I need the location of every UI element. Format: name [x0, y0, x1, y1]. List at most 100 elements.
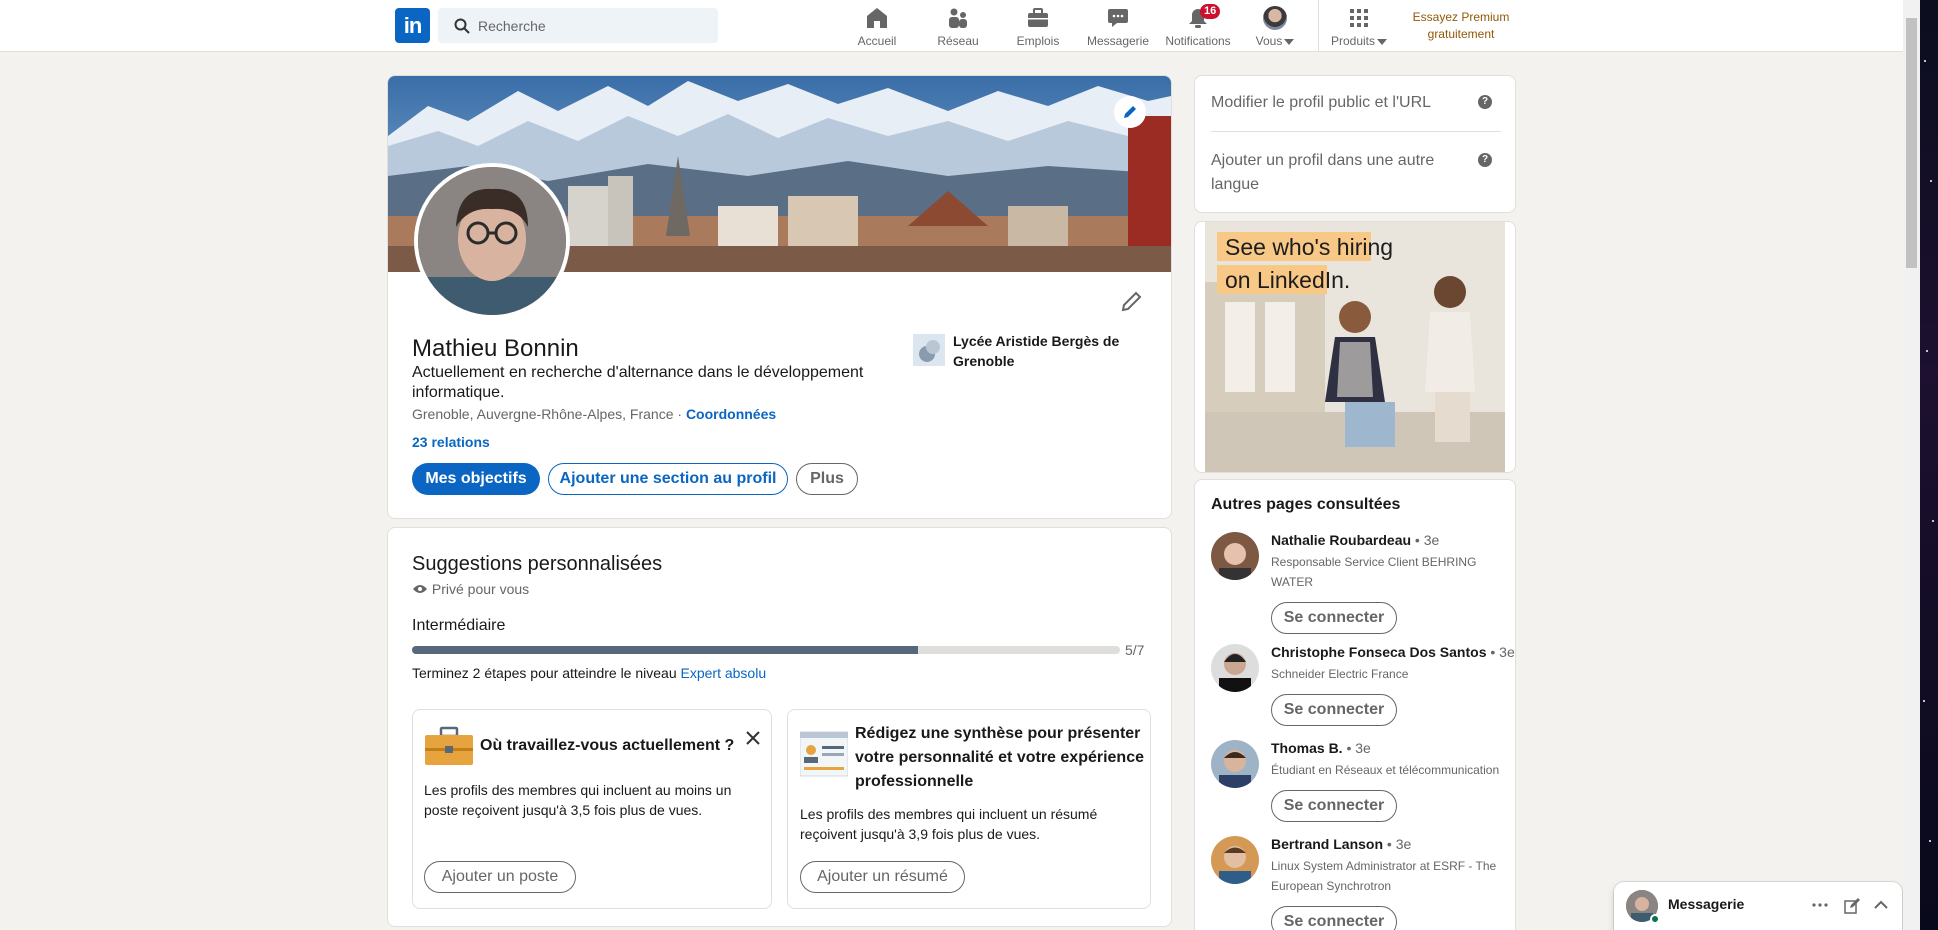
premium-link[interactable]: Essayez Premium gratuitement	[1405, 9, 1517, 43]
relations-link[interactable]: 23 relations	[412, 434, 490, 450]
close-icon[interactable]	[746, 731, 760, 745]
person-avatar[interactable]	[1211, 644, 1259, 692]
page-scrollbar[interactable]	[1903, 0, 1920, 930]
people-icon	[949, 8, 967, 28]
add-position-button[interactable]: Ajouter un poste	[424, 861, 576, 893]
progress-value: 5/7	[1125, 642, 1145, 658]
next-level-link[interactable]: Expert absolu	[681, 665, 767, 681]
person-headline: Schneider Electric France	[1271, 667, 1409, 681]
progress-bar	[412, 646, 1120, 654]
profile-name: Mathieu Bonnin	[412, 335, 579, 362]
suggestion-summary-card: Rédigez une synthèse pour présenter votr…	[787, 709, 1151, 909]
messaging-overlay[interactable]: Messagerie	[1614, 882, 1902, 930]
suggestion-summary-desc: Les profils des membres qui incluent un …	[800, 806, 1098, 842]
person-name[interactable]: Bertrand Lanson • 3e	[1271, 836, 1411, 852]
briefcase-icon	[425, 726, 473, 765]
next-level-text: Terminez 2 étapes pour atteindre le nive…	[412, 665, 767, 681]
eye-icon	[413, 585, 427, 593]
nav-products[interactable]: Produits	[1326, 4, 1392, 48]
nav-notifications-label: Notifications	[1165, 34, 1231, 48]
home-icon	[867, 8, 887, 28]
nav-jobs[interactable]: Emplois	[1013, 4, 1063, 48]
notifications-badge: 16	[1200, 4, 1221, 19]
person-avatar[interactable]	[1211, 836, 1259, 884]
connect-button[interactable]: Se connecter	[1271, 602, 1397, 634]
suggestions-title: Suggestions personnalisées	[412, 553, 663, 575]
nav-messaging[interactable]: Messagerie	[1084, 4, 1152, 48]
nav-network-label: Réseau	[937, 34, 979, 48]
public-profile-link[interactable]: Modifier le profil public et l'URL	[1211, 91, 1471, 115]
linkedin-logo[interactable]: in	[395, 8, 430, 43]
suggestion-position-title: Où travaillez-vous actuellement ?	[480, 737, 735, 754]
people-also-viewed-card: Autres pages consultées Nathalie Roubard…	[1194, 479, 1516, 930]
ad-image: See who's hiring on LinkedIn.	[1205, 222, 1505, 472]
profile-location: Grenoble, Auvergne-Rhône-Alpes, France ·…	[412, 406, 777, 422]
chevron-up-icon[interactable]	[1874, 900, 1888, 910]
nav-messaging-label: Messagerie	[1086, 34, 1150, 48]
nav-notifications[interactable]: 16 Notifications	[1162, 4, 1234, 48]
person-name[interactable]: Nathalie Roubardeau • 3e	[1271, 532, 1439, 548]
profile-card: Mathieu Bonnin Actuellement en recherche…	[387, 75, 1172, 519]
goals-button[interactable]: Mes objectifs	[412, 463, 540, 495]
document-icon	[800, 731, 848, 777]
level-label: Intermédiaire	[412, 617, 506, 634]
compose-icon[interactable]	[1844, 898, 1860, 914]
nav-home[interactable]: Accueil	[852, 4, 902, 48]
search-input[interactable]	[478, 8, 708, 43]
private-note: Privé pour vous	[412, 581, 529, 597]
ad-headline-1: See who's hiring	[1225, 234, 1393, 260]
caret-down-icon	[1377, 38, 1388, 45]
chat-icon	[1108, 9, 1128, 27]
person-item[interactable]: Thomas B. • 3e Étudiant en Réseaux et té…	[1211, 740, 1501, 830]
person-avatar[interactable]	[1211, 532, 1259, 580]
progress-fill	[412, 646, 918, 654]
person-name[interactable]: Christophe Fonseca Dos Santos • 3e	[1271, 644, 1515, 660]
nav-me-label: Vous	[1253, 34, 1297, 48]
person-avatar[interactable]	[1211, 740, 1259, 788]
divider	[1211, 131, 1501, 132]
add-summary-button[interactable]: Ajouter un résumé	[800, 861, 965, 893]
profile-headline: Actuellement en recherche d'alternance d…	[412, 364, 864, 401]
nav-network[interactable]: Réseau	[933, 4, 983, 48]
add-section-button[interactable]: Ajouter une section au profil	[548, 463, 788, 495]
search-box[interactable]	[438, 8, 718, 43]
briefcase-icon	[1028, 8, 1048, 27]
online-status-icon	[1650, 914, 1660, 924]
nav-divider	[1318, 0, 1319, 52]
connect-button[interactable]: Se connecter	[1271, 906, 1397, 930]
nav-me[interactable]: Vous	[1253, 4, 1297, 48]
messaging-label: Messagerie	[1668, 896, 1745, 912]
help-icon[interactable]: ?	[1478, 95, 1492, 109]
help-icon[interactable]: ?	[1478, 153, 1492, 167]
pencil-icon	[1124, 106, 1136, 118]
school-name: Lycée Aristide Bergès de Grenoble	[953, 333, 1120, 369]
person-name[interactable]: Thomas B. • 3e	[1271, 740, 1371, 756]
person-headline: Responsable Service Client BEHRING WATER	[1271, 555, 1477, 589]
contact-info-link[interactable]: Coordonnées	[686, 406, 776, 422]
scrollbar-thumb[interactable]	[1906, 18, 1917, 268]
person-item[interactable]: Christophe Fonseca Dos Santos • 3e Schne…	[1211, 644, 1515, 734]
edit-banner-button[interactable]	[1114, 96, 1146, 128]
profile-settings-card: Modifier le profil public et l'URL ? Ajo…	[1194, 75, 1516, 213]
ad-card[interactable]: See who's hiring on LinkedIn.	[1194, 221, 1516, 473]
more-button[interactable]: Plus	[796, 463, 858, 495]
more-icon[interactable]	[1812, 902, 1828, 908]
suggestion-position-desc: Les profils des membres qui incluent au …	[424, 782, 732, 818]
suggestion-position-card: Où travaillez-vous actuellement ? Les pr…	[412, 709, 772, 909]
suggestion-summary-title: Rédigez une synthèse pour présenter votr…	[855, 725, 1144, 790]
connect-button[interactable]: Se connecter	[1271, 694, 1397, 726]
connect-button[interactable]: Se connecter	[1271, 790, 1397, 822]
nav-products-label: Produits	[1326, 34, 1392, 48]
ad-headline-2: on LinkedIn.	[1225, 267, 1350, 293]
top-nav: in Accueil Réseau Emplois Messagerie 16 …	[0, 0, 1903, 52]
desktop-background	[1920, 0, 1938, 930]
school-logo-icon	[913, 334, 945, 366]
person-headline: Linux System Administrator at ESRF - The…	[1271, 859, 1497, 893]
user-avatar-small	[1263, 6, 1287, 30]
person-headline: Étudiant en Réseaux et télécommunication	[1271, 763, 1500, 777]
person-item[interactable]: Bertrand Lanson • 3e Linux System Admini…	[1211, 836, 1501, 930]
profile-avatar[interactable]	[414, 163, 570, 319]
other-language-link[interactable]: Ajouter un profil dans une autre langue	[1211, 149, 1471, 197]
edit-profile-pencil-icon[interactable]	[1120, 289, 1144, 313]
person-item[interactable]: Nathalie Roubardeau • 3e Responsable Ser…	[1211, 532, 1501, 642]
